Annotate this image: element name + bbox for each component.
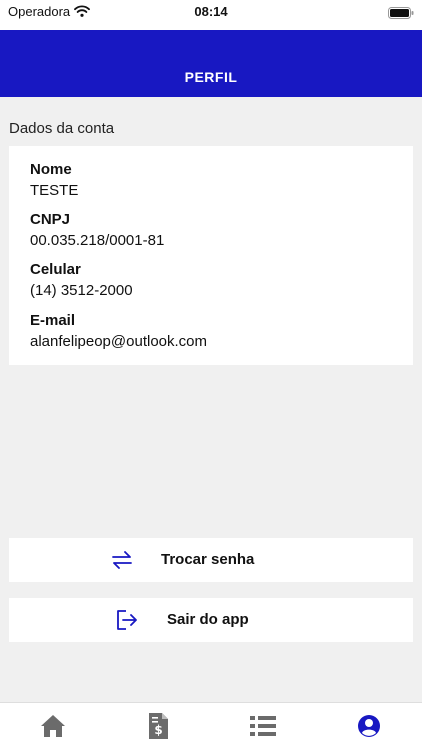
page-title: PERFIL bbox=[184, 69, 238, 85]
field-email: E-mail alanfelipeop@outlook.com bbox=[30, 311, 207, 353]
field-label: CNPJ bbox=[30, 211, 71, 228]
logout-label: Sair do app bbox=[167, 611, 249, 628]
list-icon bbox=[250, 716, 276, 736]
field-label: Celular bbox=[30, 261, 81, 278]
logout-button[interactable]: Sair do app bbox=[9, 598, 413, 642]
tab-invoices[interactable]: $ bbox=[143, 711, 173, 741]
clock-time: 08:14 bbox=[194, 4, 228, 19]
account-info-card: Nome TESTE CNPJ 00.035.218/0001-81 Celul… bbox=[9, 146, 413, 365]
status-bar: Operadora 08:14 bbox=[0, 0, 422, 30]
change-password-label: Trocar senha bbox=[161, 551, 255, 568]
field-value: alanfelipeop@outlook.com bbox=[30, 333, 208, 350]
field-value: TESTE bbox=[30, 182, 79, 199]
field-label: Nome bbox=[30, 161, 72, 178]
logout-icon bbox=[115, 609, 139, 636]
field-value: 00.035.218/0001-81 bbox=[30, 232, 165, 249]
swap-arrows-icon bbox=[111, 549, 133, 576]
battery-icon bbox=[388, 6, 414, 24]
field-label: E-mail bbox=[30, 312, 76, 329]
field-phone: Celular (14) 3512-2000 bbox=[30, 260, 133, 302]
tab-home[interactable] bbox=[38, 711, 68, 741]
user-circle-icon bbox=[358, 715, 380, 737]
app-header: PERFIL bbox=[0, 30, 422, 97]
svg-text:$: $ bbox=[154, 723, 162, 737]
section-title: Dados da conta bbox=[9, 120, 115, 137]
field-name: Nome TESTE bbox=[30, 160, 78, 202]
tab-bar: $ bbox=[0, 702, 422, 750]
field-cnpj: CNPJ 00.035.218/0001-81 bbox=[30, 210, 164, 252]
tab-list[interactable] bbox=[248, 711, 278, 741]
change-password-button[interactable]: Trocar senha bbox=[9, 538, 413, 582]
home-icon bbox=[41, 715, 65, 737]
tab-profile[interactable] bbox=[354, 711, 384, 741]
invoice-dollar-icon: $ bbox=[149, 713, 168, 739]
field-value: (14) 3512-2000 bbox=[30, 282, 133, 299]
